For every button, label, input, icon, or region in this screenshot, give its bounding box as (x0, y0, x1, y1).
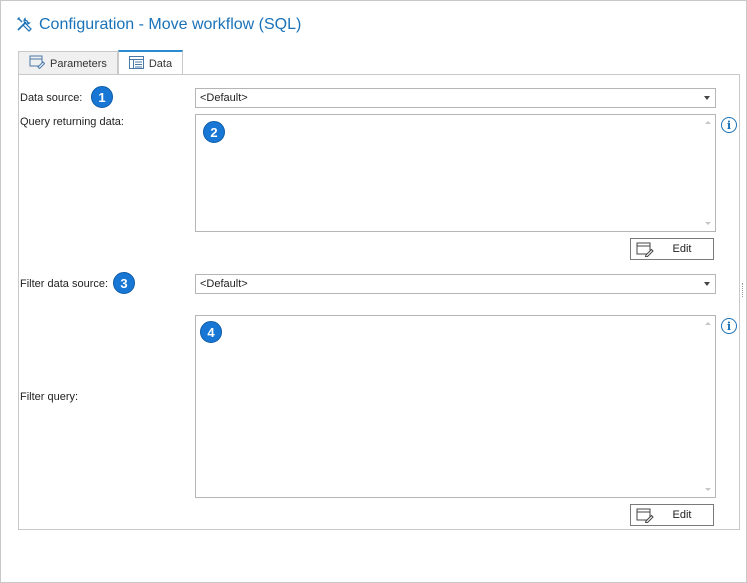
chevron-down-icon (704, 282, 710, 286)
step-badge-2: 2 (203, 121, 225, 143)
filter-query-edit-label: Edit (672, 509, 692, 521)
tab-strip: Parameters Data (18, 49, 184, 76)
query-scrollbar[interactable] (700, 115, 715, 231)
data-source-select[interactable]: <Default> (195, 88, 716, 108)
filter-query-scrollbar[interactable] (700, 316, 715, 497)
data-source-label: Data source: (20, 92, 83, 104)
step-badge-4: 4 (200, 321, 222, 343)
filter-query-info-icon[interactable]: i (721, 318, 737, 334)
tab-data[interactable]: Data (117, 50, 184, 76)
query-textarea[interactable] (195, 114, 716, 232)
scroll-up-icon[interactable] (705, 121, 711, 124)
configuration-window: Configuration - Move workflow (SQL) Para… (0, 0, 747, 583)
tab-parameters-label: Parameters (50, 57, 107, 70)
resize-grip[interactable] (742, 283, 745, 297)
window-title: Configuration - Move workflow (SQL) (39, 16, 302, 33)
data-source-value: <Default> (200, 92, 248, 104)
scroll-down-icon[interactable] (705, 222, 711, 225)
tab-data-label: Data (148, 58, 173, 70)
filter-query-textarea[interactable] (195, 315, 716, 498)
data-tab-panel: Data source: 1 <Default> Query returning… (18, 74, 740, 530)
filter-data-source-select[interactable]: <Default> (195, 274, 716, 294)
query-info-icon[interactable]: i (721, 117, 737, 133)
filter-query-label: Filter query: (20, 391, 79, 403)
step-badge-1: 1 (91, 86, 113, 108)
query-label: Query returning data: (20, 116, 124, 128)
filter-query-edit-button[interactable]: Edit (630, 504, 714, 526)
step-badge-3: 3 (113, 272, 135, 294)
filter-data-source-label: Filter data source: (20, 278, 109, 290)
scroll-up-icon[interactable] (705, 322, 711, 325)
chevron-down-icon (704, 96, 710, 100)
tools-icon (15, 15, 33, 36)
filter-data-source-value: <Default> (200, 278, 248, 290)
parameters-icon (29, 55, 46, 72)
window-title-bar: Configuration - Move workflow (SQL) (15, 14, 301, 36)
scroll-down-icon[interactable] (705, 488, 711, 491)
data-table-icon (128, 56, 144, 72)
tab-parameters[interactable]: Parameters (18, 51, 118, 75)
query-edit-label: Edit (672, 243, 692, 255)
query-edit-button[interactable]: Edit (630, 238, 714, 260)
